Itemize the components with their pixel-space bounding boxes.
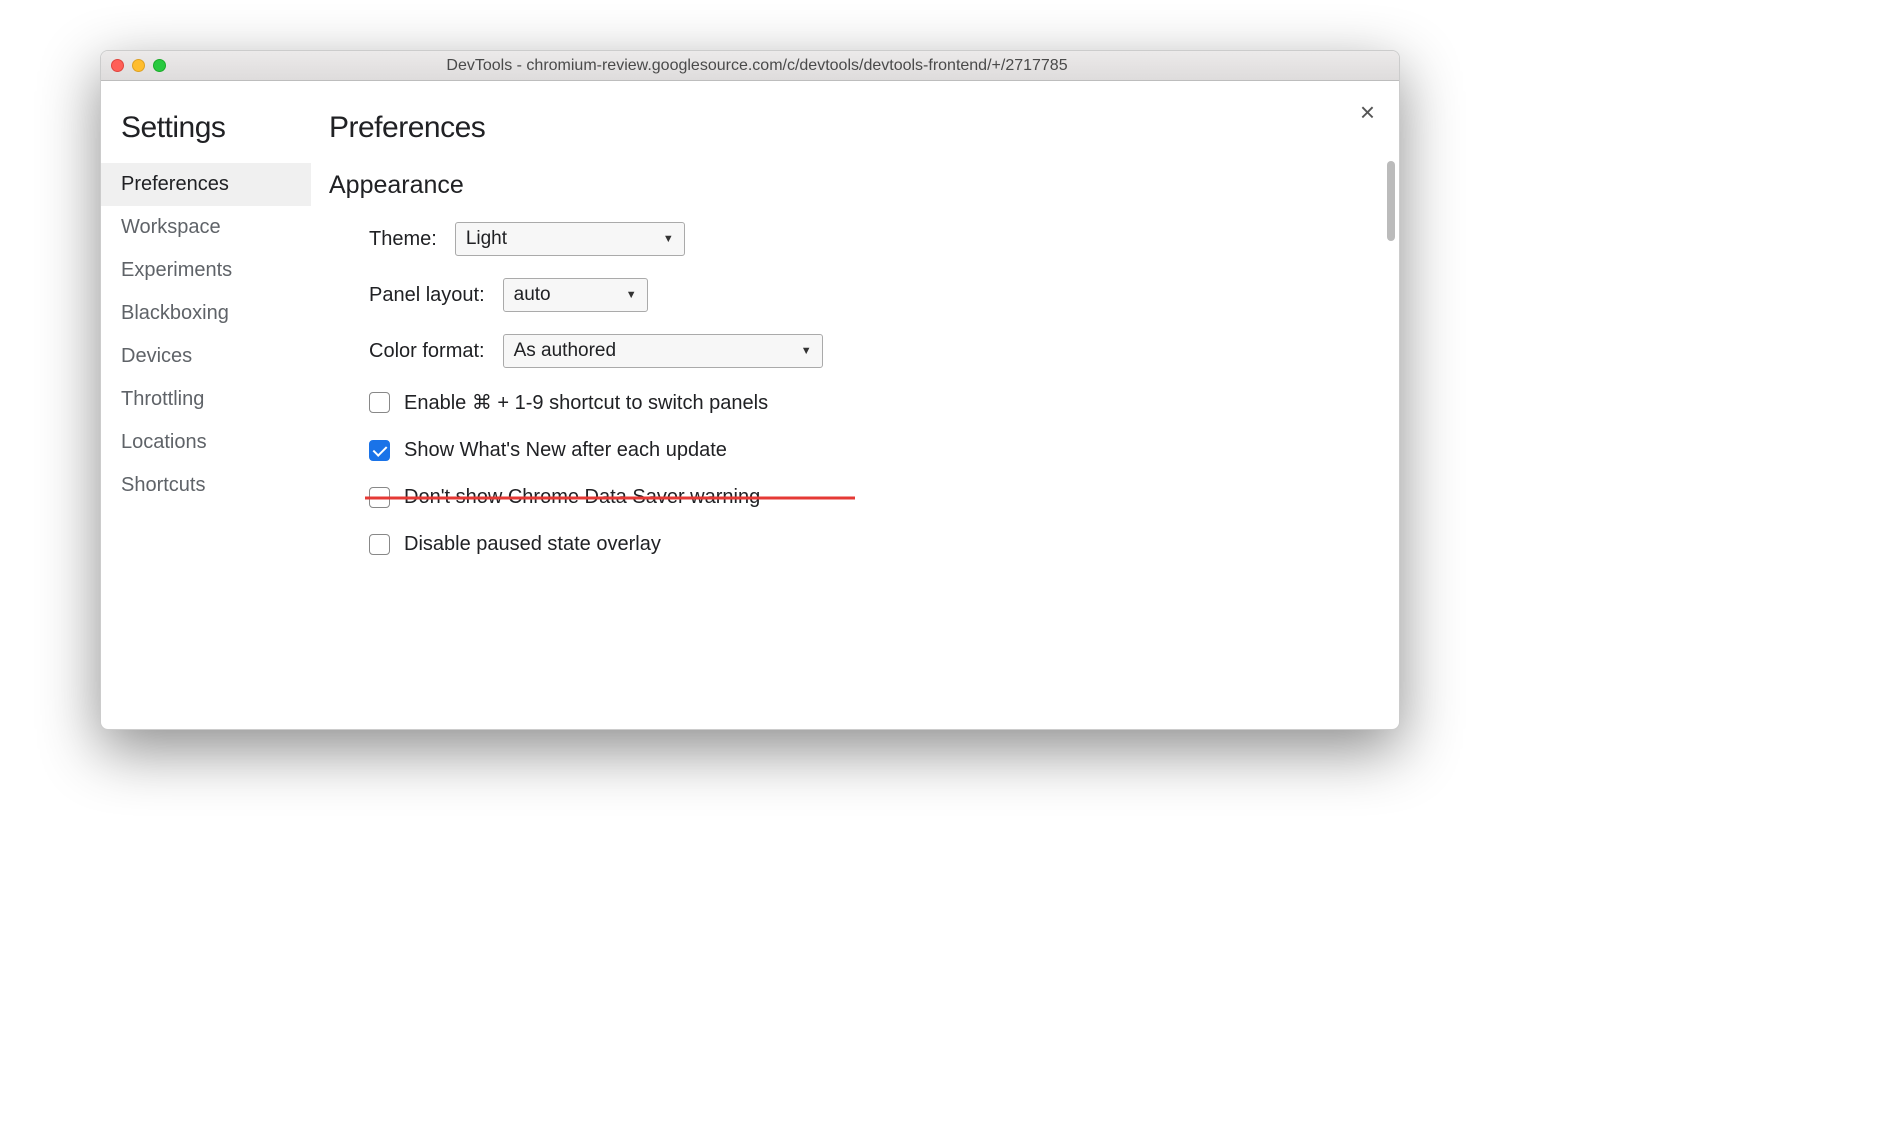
theme-label: Theme: bbox=[369, 228, 437, 251]
shortcut-checkbox-label: Enable ⌘ + 1-9 shortcut to switch panels bbox=[404, 390, 768, 415]
overlay-checkbox-row[interactable]: Disable paused state overlay bbox=[329, 533, 1369, 556]
overlay-checkbox[interactable] bbox=[369, 534, 390, 555]
window-title: DevTools - chromium-review.googlesource.… bbox=[125, 57, 1389, 75]
sidebar-item-devices[interactable]: Devices bbox=[101, 335, 311, 378]
panel-layout-value: auto bbox=[514, 284, 551, 306]
panel-layout-row: Panel layout: auto ▼ bbox=[329, 278, 1369, 312]
color-format-label: Color format: bbox=[369, 340, 485, 363]
sidebar-item-throttling[interactable]: Throttling bbox=[101, 378, 311, 421]
sidebar-item-blackboxing[interactable]: Blackboxing bbox=[101, 292, 311, 335]
scrollbar-thumb[interactable] bbox=[1387, 161, 1395, 241]
sidebar-item-locations[interactable]: Locations bbox=[101, 421, 311, 464]
whatsnew-checkbox[interactable] bbox=[369, 440, 390, 461]
theme-value: Light bbox=[466, 228, 507, 250]
scrollbar[interactable] bbox=[1387, 161, 1397, 721]
shortcut-checkbox[interactable] bbox=[369, 392, 390, 413]
color-format-select[interactable]: As authored ▼ bbox=[503, 334, 823, 368]
whatsnew-checkbox-label: Show What's New after each update bbox=[404, 439, 727, 462]
color-format-value: As authored bbox=[514, 340, 616, 362]
sidebar-item-shortcuts[interactable]: Shortcuts bbox=[101, 464, 311, 507]
app-window: DevTools - chromium-review.googlesource.… bbox=[100, 50, 1400, 730]
sidebar-item-workspace[interactable]: Workspace bbox=[101, 206, 311, 249]
color-format-row: Color format: As authored ▼ bbox=[329, 334, 1369, 368]
shortcut-checkbox-row[interactable]: Enable ⌘ + 1-9 shortcut to switch panels bbox=[329, 390, 1369, 415]
whatsnew-checkbox-row[interactable]: Show What's New after each update bbox=[329, 439, 1369, 462]
strikethrough-annotation bbox=[365, 496, 855, 499]
sidebar-nav: Preferences Workspace Experiments Blackb… bbox=[101, 163, 311, 507]
panel-layout-select[interactable]: auto ▼ bbox=[503, 278, 648, 312]
chevron-down-icon: ▼ bbox=[801, 345, 812, 357]
page-title: Preferences bbox=[329, 101, 1369, 145]
sidebar-title: Settings bbox=[101, 101, 311, 155]
window-close-icon[interactable] bbox=[111, 59, 124, 72]
sidebar-item-experiments[interactable]: Experiments bbox=[101, 249, 311, 292]
sidebar-item-preferences[interactable]: Preferences bbox=[101, 163, 311, 206]
sidebar: Settings Preferences Workspace Experimen… bbox=[101, 81, 311, 729]
theme-row: Theme: Light ▼ bbox=[329, 222, 1369, 256]
chevron-down-icon: ▼ bbox=[626, 289, 637, 301]
titlebar[interactable]: DevTools - chromium-review.googlesource.… bbox=[101, 51, 1399, 81]
panel-layout-label: Panel layout: bbox=[369, 284, 485, 307]
main-panel: Preferences Appearance Theme: Light ▼ Pa… bbox=[311, 81, 1399, 729]
theme-select[interactable]: Light ▼ bbox=[455, 222, 685, 256]
datasaver-checkbox-row[interactable]: Don't show Chrome Data Saver warning bbox=[329, 486, 1369, 509]
section-title-appearance: Appearance bbox=[329, 171, 1369, 200]
chevron-down-icon: ▼ bbox=[663, 233, 674, 245]
overlay-checkbox-label: Disable paused state overlay bbox=[404, 533, 661, 556]
content: × Settings Preferences Workspace Experim… bbox=[101, 81, 1399, 729]
